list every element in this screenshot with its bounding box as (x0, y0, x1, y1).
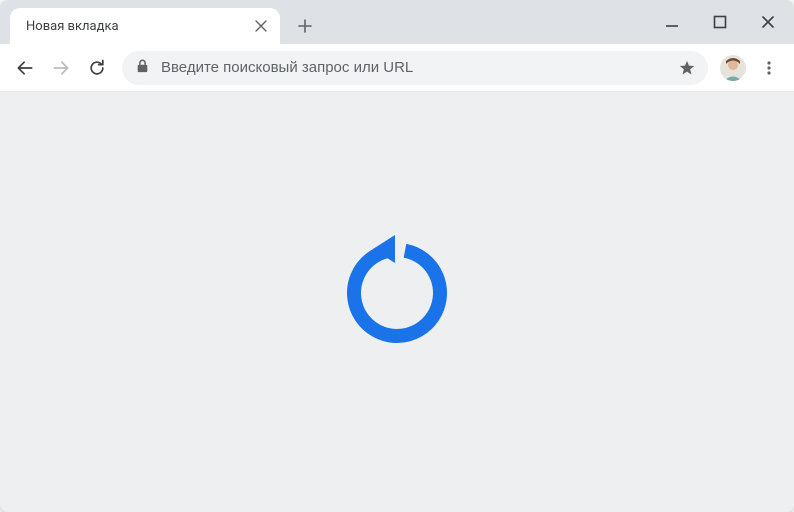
close-tab-button[interactable] (252, 17, 270, 35)
reload-icon (87, 58, 107, 78)
minimize-icon (664, 14, 680, 30)
tab-active[interactable]: Новая вкладка (10, 8, 280, 44)
forward-arrow-icon (51, 58, 71, 78)
maximize-icon (713, 15, 727, 29)
forward-button[interactable] (44, 51, 78, 85)
close-window-button[interactable] (748, 2, 788, 42)
back-arrow-icon (15, 58, 35, 78)
toolbar (0, 44, 794, 92)
close-icon (761, 15, 775, 29)
reload-graphic (337, 233, 457, 353)
close-icon (255, 20, 267, 32)
minimize-button[interactable] (652, 2, 692, 42)
tab-title: Новая вкладка (26, 19, 252, 34)
plus-icon (298, 19, 312, 33)
lock-icon (136, 58, 149, 77)
tab-strip: Новая вкладка (0, 0, 794, 44)
avatar-icon (720, 55, 746, 81)
page-content (0, 92, 794, 512)
browser-window: Новая вкладка (0, 0, 794, 512)
new-tab-button[interactable] (290, 11, 320, 41)
address-input[interactable] (161, 59, 664, 76)
maximize-button[interactable] (700, 2, 740, 42)
star-icon (678, 59, 696, 77)
main-menu-button[interactable] (752, 51, 786, 85)
bookmark-button[interactable] (676, 57, 698, 79)
reload-button[interactable] (80, 51, 114, 85)
reload-circular-arrow-icon (337, 233, 457, 353)
profile-avatar[interactable] (720, 55, 746, 81)
back-button[interactable] (8, 51, 42, 85)
address-bar[interactable] (122, 51, 708, 85)
window-controls (652, 0, 788, 44)
kebab-menu-icon (761, 60, 777, 76)
